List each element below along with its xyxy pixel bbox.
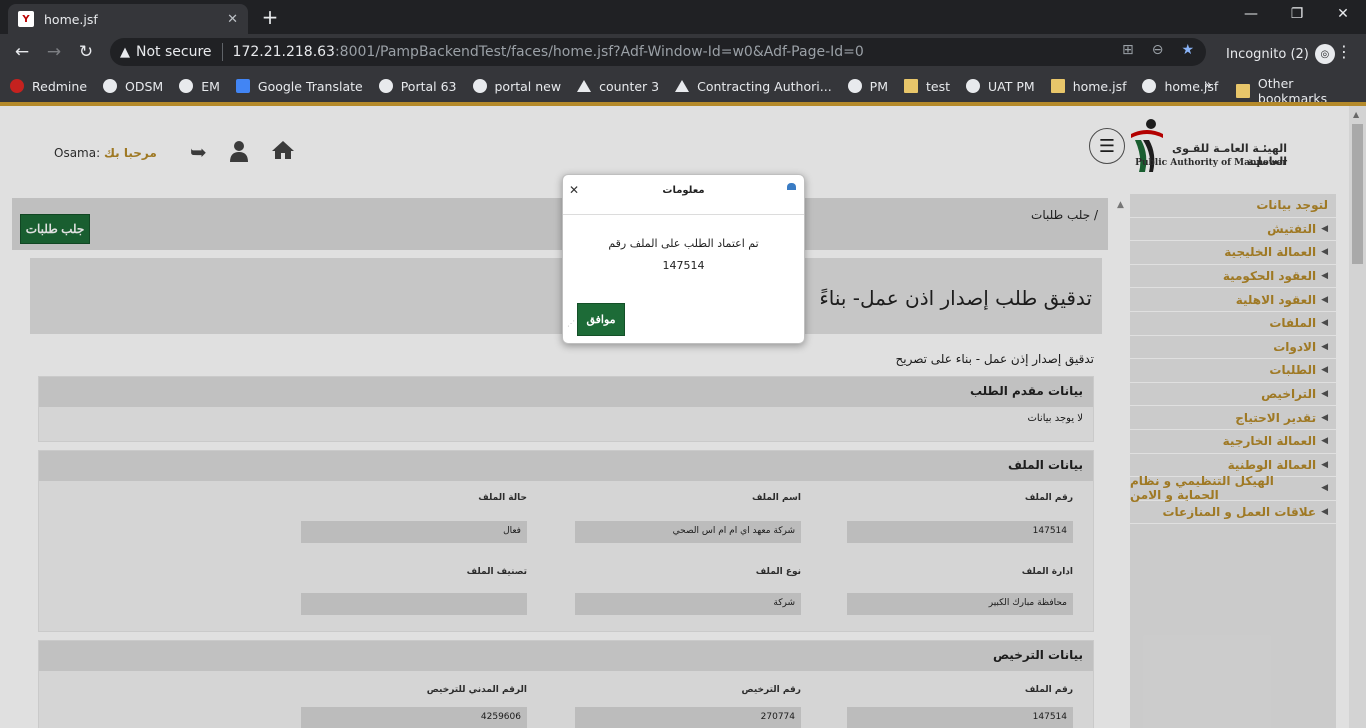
bookmarks-overflow-button[interactable]: » xyxy=(1204,78,1212,93)
bookmark-google-translate[interactable]: Google Translate xyxy=(235,79,363,94)
browser-tab-strip: Y home.jsf ✕ + — ❐ ✕ xyxy=(0,0,1366,34)
bookmark-em[interactable]: EM xyxy=(179,79,220,94)
bookmark-portal-63[interactable]: Portal 63 xyxy=(378,79,457,94)
minimize-icon[interactable]: — xyxy=(1228,6,1274,22)
dialog-title: معلومات xyxy=(662,185,705,196)
divider xyxy=(221,43,223,61)
globe-icon xyxy=(472,79,487,93)
browser-toolbar: ← → ↻ ▲ Not secure 172.21.218.63 :8001/P… xyxy=(0,34,1366,70)
dialog-file-number: 147514 xyxy=(662,259,705,272)
close-tab-icon[interactable]: ✕ xyxy=(227,12,238,27)
restore-icon[interactable]: ❐ xyxy=(1274,6,1320,22)
url-host: 172.21.218.63 xyxy=(232,44,335,60)
bookmark-uat-pm[interactable]: UAT PM xyxy=(966,79,1035,94)
reload-icon[interactable]: ↻ xyxy=(70,42,102,62)
globe-icon xyxy=(378,79,393,93)
info-dialog: ✕ معلومات تم اعتماد الطلب على الملف رقم … xyxy=(562,174,805,344)
globe-icon xyxy=(966,79,981,93)
bookmark-contracting[interactable]: Contracting Authori... xyxy=(675,79,832,94)
bookmarks-bar: Redmine ODSM EM Google Translate Portal … xyxy=(0,70,1366,102)
info-icon xyxy=(787,183,796,190)
close-window-icon[interactable]: ✕ xyxy=(1320,6,1366,22)
bookmark-home-jsf[interactable]: home.jsf xyxy=(1050,79,1126,94)
translate-icon xyxy=(235,79,250,93)
not-secure-label: Not secure xyxy=(136,44,212,60)
bookmark-odsm[interactable]: ODSM xyxy=(103,79,163,94)
globe-icon xyxy=(1142,79,1157,93)
dialog-message: تم اعتماد الطلب على الملف رقم xyxy=(608,237,759,250)
incognito-icon: ◎ xyxy=(1314,44,1335,64)
warning-icon: ▲ xyxy=(120,44,130,60)
bookmark-counter-3[interactable]: counter 3 xyxy=(577,79,659,94)
favicon-icon: Y xyxy=(18,11,34,27)
new-tab-button[interactable]: + xyxy=(258,5,282,29)
bookmark-portal-new[interactable]: portal new xyxy=(472,79,561,94)
globe-icon xyxy=(847,79,862,93)
browser-tab[interactable]: Y home.jsf ✕ xyxy=(8,4,248,34)
bookmark-test[interactable]: test xyxy=(904,79,950,94)
incognito-label: Incognito (2) xyxy=(1226,46,1309,62)
globe-icon xyxy=(103,79,118,93)
zoom-icon[interactable]: ⊖ xyxy=(1152,42,1164,58)
home-icon xyxy=(577,80,592,92)
incognito-indicator[interactable]: Incognito (2) ◎ xyxy=(1226,44,1335,64)
forward-icon[interactable]: → xyxy=(38,42,70,62)
address-bar[interactable]: ▲ Not secure 172.21.218.63 :8001/PampBac… xyxy=(110,38,1206,66)
translate-icon[interactable]: ⊞ xyxy=(1122,42,1134,58)
favicon-icon xyxy=(1050,79,1065,93)
tab-title: home.jsf xyxy=(44,11,98,27)
globe-icon xyxy=(179,79,194,93)
redmine-icon xyxy=(10,79,24,93)
ok-button[interactable]: موافق xyxy=(577,303,625,336)
bookmark-pm[interactable]: PM xyxy=(847,79,888,94)
bookmark-star-icon[interactable]: ★ xyxy=(1181,42,1194,58)
bookmark-redmine[interactable]: Redmine xyxy=(10,79,87,94)
url-path: :8001/PampBackendTest/faces/home.jsf?Adf… xyxy=(334,44,864,60)
home-icon xyxy=(675,80,690,92)
browser-menu-icon[interactable]: ⋮ xyxy=(1336,42,1352,61)
resize-grip-icon[interactable]: ⋰ xyxy=(567,319,575,328)
folder-icon xyxy=(1236,84,1250,98)
back-icon[interactable]: ← xyxy=(6,42,38,62)
folder-icon xyxy=(904,79,918,93)
